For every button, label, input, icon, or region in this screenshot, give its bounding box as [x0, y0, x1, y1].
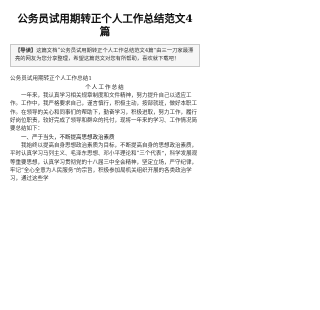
guide-box: 【导读】这篇文档“公务员试用期转正个人工作总结范文4篇”由三一刀家最漂亮的网友为…: [10, 44, 200, 68]
body-paragraph-1: 一年来，我认真学习相关规章制度和文件精神，努力提升自己以适应工作。工作中，我严格…: [10, 93, 198, 133]
section-heading-1: 一、严于当头，不断提高思想政治素质: [21, 134, 115, 141]
guide-tag: 【导读】: [15, 48, 37, 54]
body-paragraph-2: 我始终以提高自身思想政治素质为目标，不断提高自身的思想政治素质，平时认真学习马列…: [10, 142, 198, 183]
document-page: 公务员试用期转正个人工作总结范文4 篇 【导读】这篇文档“公务员试用期转正个人工…: [0, 13, 210, 310]
section-subheading: 公务员试用期转正个人工作总结1: [10, 76, 92, 83]
center-heading: 个人工作总结: [85, 85, 125, 92]
title-line-1: 公务员试用期转正个人工作总结范文4: [17, 13, 193, 25]
title-line-2: 篇: [99, 26, 111, 38]
page-title: 公务员试用期转正个人工作总结范文4 篇: [10, 13, 200, 39]
guide-text: 这篇文档“公务员试用期转正个人工作总结范文4篇”由三一刀家最漂亮的网友为您分享整…: [15, 48, 194, 62]
